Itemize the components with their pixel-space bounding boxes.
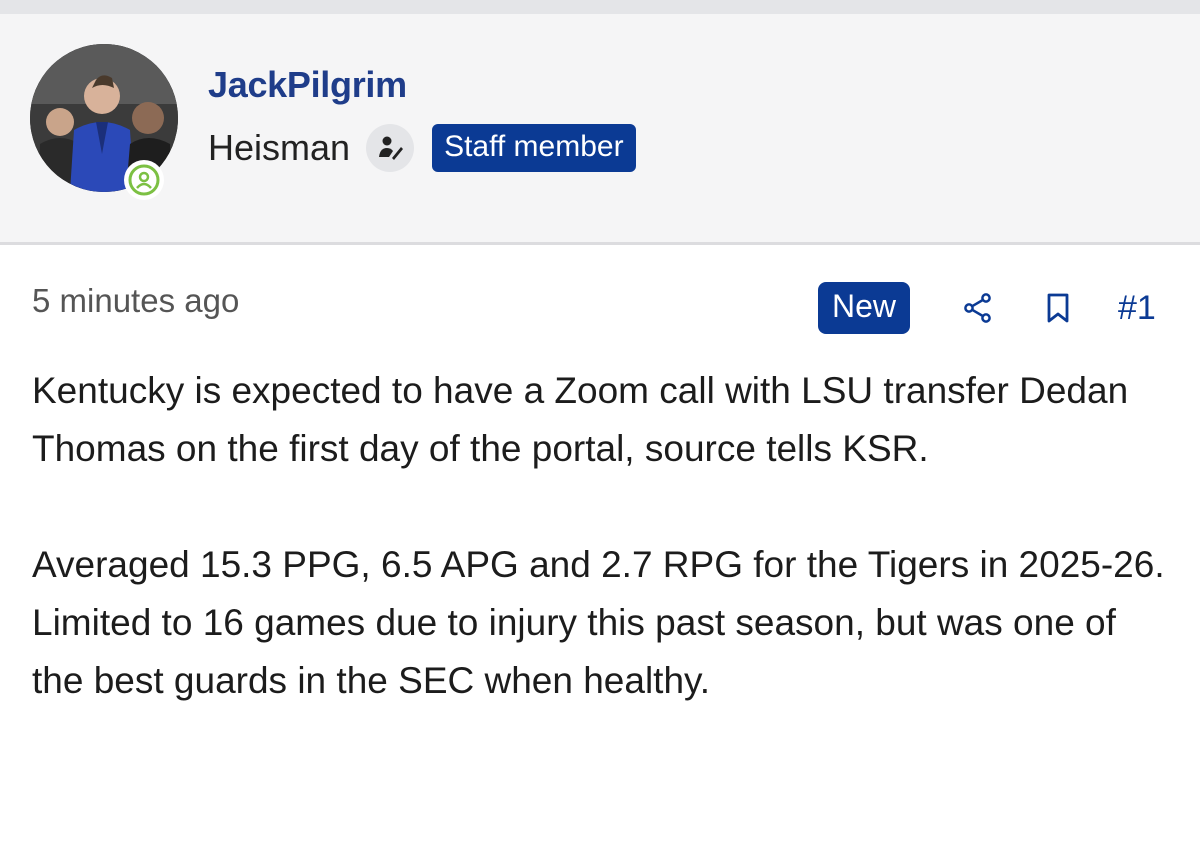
post-timestamp[interactable]: 5 minutes ago xyxy=(32,282,239,320)
post-author-header: JackPilgrim Heisman Staff member xyxy=(0,14,1200,245)
post-paragraph: Averaged 15.3 PPG, 6.5 APG and 2.7 RPG f… xyxy=(32,544,1165,701)
staff-member-badge: Staff member xyxy=(432,123,636,173)
online-status-icon xyxy=(124,160,164,200)
post-body: Kentucky is expected to have a Zoom call… xyxy=(32,362,1172,710)
user-title-row: Heisman Staff member xyxy=(208,122,636,174)
share-icon[interactable] xyxy=(956,286,1000,330)
post-actions: New #1 xyxy=(818,282,1156,334)
post-number-link[interactable]: #1 xyxy=(1118,289,1156,328)
avatar-container[interactable] xyxy=(30,44,178,200)
new-badge: New xyxy=(818,282,911,334)
user-title: Heisman xyxy=(208,127,351,168)
username-link[interactable]: JackPilgrim xyxy=(208,64,407,106)
user-rank-icon xyxy=(366,124,415,172)
top-separator xyxy=(0,0,1200,14)
post-paragraph: Kentucky is expected to have a Zoom call… xyxy=(32,370,1129,469)
bookmark-icon[interactable] xyxy=(1036,286,1080,330)
